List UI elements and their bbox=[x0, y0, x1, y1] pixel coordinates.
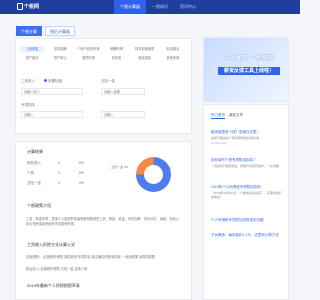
article-item[interactable]: 子女教育：每年能扣1.2万，这里有计算方法 bbox=[211, 233, 282, 238]
option-other-income[interactable]: 其他所得 bbox=[161, 55, 185, 61]
tax-breakdown-donut-chart bbox=[136, 157, 171, 192]
article-date: 2019-01-23 bbox=[211, 140, 227, 145]
nav-item-tax-calculator[interactable]: 个税计算器 bbox=[114, 0, 146, 14]
article-item[interactable]: 租房能退多少钱？答案在这里！ 适用于租房的个税专项附加扣除标准 2019-01-… bbox=[211, 130, 282, 145]
nav-item-tax-knowledge[interactable]: 一税知识 bbox=[146, 0, 174, 14]
policy-paragraph: 工资、薪金所得，是指个人因任职或者受雇而取得的工资、薪金、奖金、年终加薪、劳动分… bbox=[26, 217, 179, 226]
option-license-fee[interactable]: 特许权使用费 bbox=[133, 46, 157, 52]
article-title[interactable]: 个人所得税专项附加扣除常见问题 bbox=[211, 218, 282, 223]
special-input[interactable] bbox=[101, 88, 145, 95]
tab-hot-news[interactable]: 热门资讯 bbox=[211, 113, 225, 119]
logo-text: 个税网 bbox=[24, 4, 40, 10]
option-occasional-income[interactable]: 偶然所得 bbox=[76, 55, 100, 61]
salary-input[interactable] bbox=[21, 88, 83, 95]
extra-input[interactable] bbox=[21, 111, 83, 118]
article-item[interactable]: 如何填写个税专项附加扣除？ “个税改革”措施落地，申报方式如何操作，一文详解 bbox=[211, 158, 282, 168]
tab-after-tax-calculator[interactable]: 税后计算器 bbox=[45, 26, 75, 36]
special-label: 五险一金 bbox=[101, 79, 115, 83]
result-title: 计算结果 bbox=[27, 149, 43, 154]
site-logo[interactable]: 个税网 bbox=[17, 3, 39, 10]
sidebar-tabs: 热门资讯 最新文章 bbox=[211, 113, 243, 119]
article-item[interactable]: 个人所得税专项附加扣除常见问题 bbox=[211, 218, 282, 223]
tab-tax-calculation[interactable]: 个税计算 bbox=[16, 26, 42, 36]
article-title[interactable]: 如何填写个税专项附加扣除？ bbox=[211, 158, 282, 163]
article-title[interactable]: 子女教育：每年能扣1.2万，这里有计算方法 bbox=[211, 233, 282, 238]
tax-label: 个税 bbox=[27, 171, 34, 175]
donut-right-label: 个税 0% bbox=[160, 166, 172, 170]
pretax-value: 0 bbox=[58, 161, 60, 165]
rate-table-title: 2019年最新个人所得税税率表 bbox=[27, 283, 80, 288]
salary-feedback-banner[interactable]: 千人薪资 一秒探测 薪资反馈工具上线啦！ bbox=[203, 37, 289, 102]
article-summary: （2018年10月20日，个税的改革迎来了，专项附加扣除信息） bbox=[211, 190, 282, 199]
article-summary: 适用于租房的个税专项附加扣除标准 bbox=[211, 135, 260, 140]
tax-value: 0 bbox=[58, 171, 60, 175]
option-equity-incentive[interactable]: 股权激励 bbox=[133, 55, 157, 61]
main-menu: 个税计算器 一税知识 资讯中心 bbox=[114, 0, 202, 14]
option-salary[interactable]: 工资薪金 bbox=[20, 46, 45, 52]
logo-icon bbox=[17, 3, 23, 10]
tab-latest-articles[interactable]: 最新文章 bbox=[229, 113, 243, 119]
nav-item-news[interactable]: 资讯中心 bbox=[174, 0, 202, 14]
article-summary: “个税改革”措施落地，申报方式如何操作，一文详解 bbox=[211, 163, 279, 168]
banner-title: 千人薪资 一秒探测 bbox=[224, 56, 274, 62]
option-year-end-bonus[interactable]: 年终奖 bbox=[104, 55, 128, 61]
calculator-tabs: 个税计算 税后计算器 bbox=[16, 26, 75, 36]
option-business-income[interactable]: 个体户经营所得 bbox=[76, 46, 100, 52]
news-sidebar: 热门资讯 最新文章 租房能退多少钱？答案在这里！ 适用于租房的个税专项附加扣除标… bbox=[203, 104, 289, 300]
income-type-options: 工资薪金 劳务报酬 个体户经营所得 稿酬所得 特许权使用费 利息股息 财产租赁 … bbox=[20, 46, 185, 61]
article-title[interactable]: 2019年个人所得税专项附加扣除 bbox=[211, 185, 282, 190]
extra-label: 专项扣除 bbox=[21, 103, 35, 107]
banner-subtitle: 薪资反馈工具上线啦！ bbox=[218, 67, 280, 75]
tax-calculator-panel: 工资薪金 劳务报酬 个体户经营所得 稿酬所得 特许权使用费 利息股息 财产租赁 … bbox=[15, 38, 192, 166]
formula-section-title: 工资收入扣除方式计算公式 bbox=[27, 242, 75, 247]
insurance-label: 五险一金 bbox=[27, 181, 41, 185]
top-navigation-bar: 个税网 个税计算器 一税知识 资讯中心 bbox=[0, 0, 300, 14]
radio-yes-label: 无需社保 bbox=[48, 79, 62, 83]
extra-second-input[interactable] bbox=[101, 111, 145, 118]
salary-label: 工资收入 bbox=[21, 79, 35, 83]
result-panel: 计算结果 税前收入 0 0% 个税 0 0% 五险一金 0 0% 五险一金 0%… bbox=[15, 141, 192, 300]
pretax-label: 税前收入 bbox=[27, 161, 41, 165]
pretax-percent: 0% bbox=[79, 161, 84, 165]
option-labor-remuneration[interactable]: 劳务报酬 bbox=[48, 46, 72, 52]
formula-paragraph-1: 应纳税额=（应纳税所得额-减除费用-专项扣除-依法确定的其他扣除）×适用税率-速… bbox=[26, 255, 156, 259]
insurance-value: 0 bbox=[58, 181, 60, 185]
formula-paragraph-2: 税后收入=应纳税所得额-五险一金-应纳个税 bbox=[26, 267, 88, 271]
option-property-rent[interactable]: 财产租赁 bbox=[20, 55, 44, 61]
article-title[interactable]: 租房能退多少钱？答案在这里！ bbox=[211, 130, 282, 135]
policy-section-title: 个税政策介绍 bbox=[27, 203, 51, 208]
insurance-percent: 0% bbox=[79, 181, 84, 185]
no-social-security-radio[interactable]: 无需社保 bbox=[44, 79, 62, 84]
radio-selected-icon bbox=[44, 79, 47, 82]
donut-left-label: 五险一金 0% bbox=[111, 165, 129, 169]
option-interest[interactable]: 利息股息 bbox=[161, 46, 185, 52]
option-royalty[interactable]: 稿酬所得 bbox=[104, 46, 128, 52]
option-property-transfer[interactable]: 财产转让 bbox=[48, 55, 72, 61]
tax-percent: 0% bbox=[79, 171, 84, 175]
article-item[interactable]: 2019年个人所得税专项附加扣除 （2018年10月20日，个税的改革迎来了，专… bbox=[211, 185, 282, 199]
